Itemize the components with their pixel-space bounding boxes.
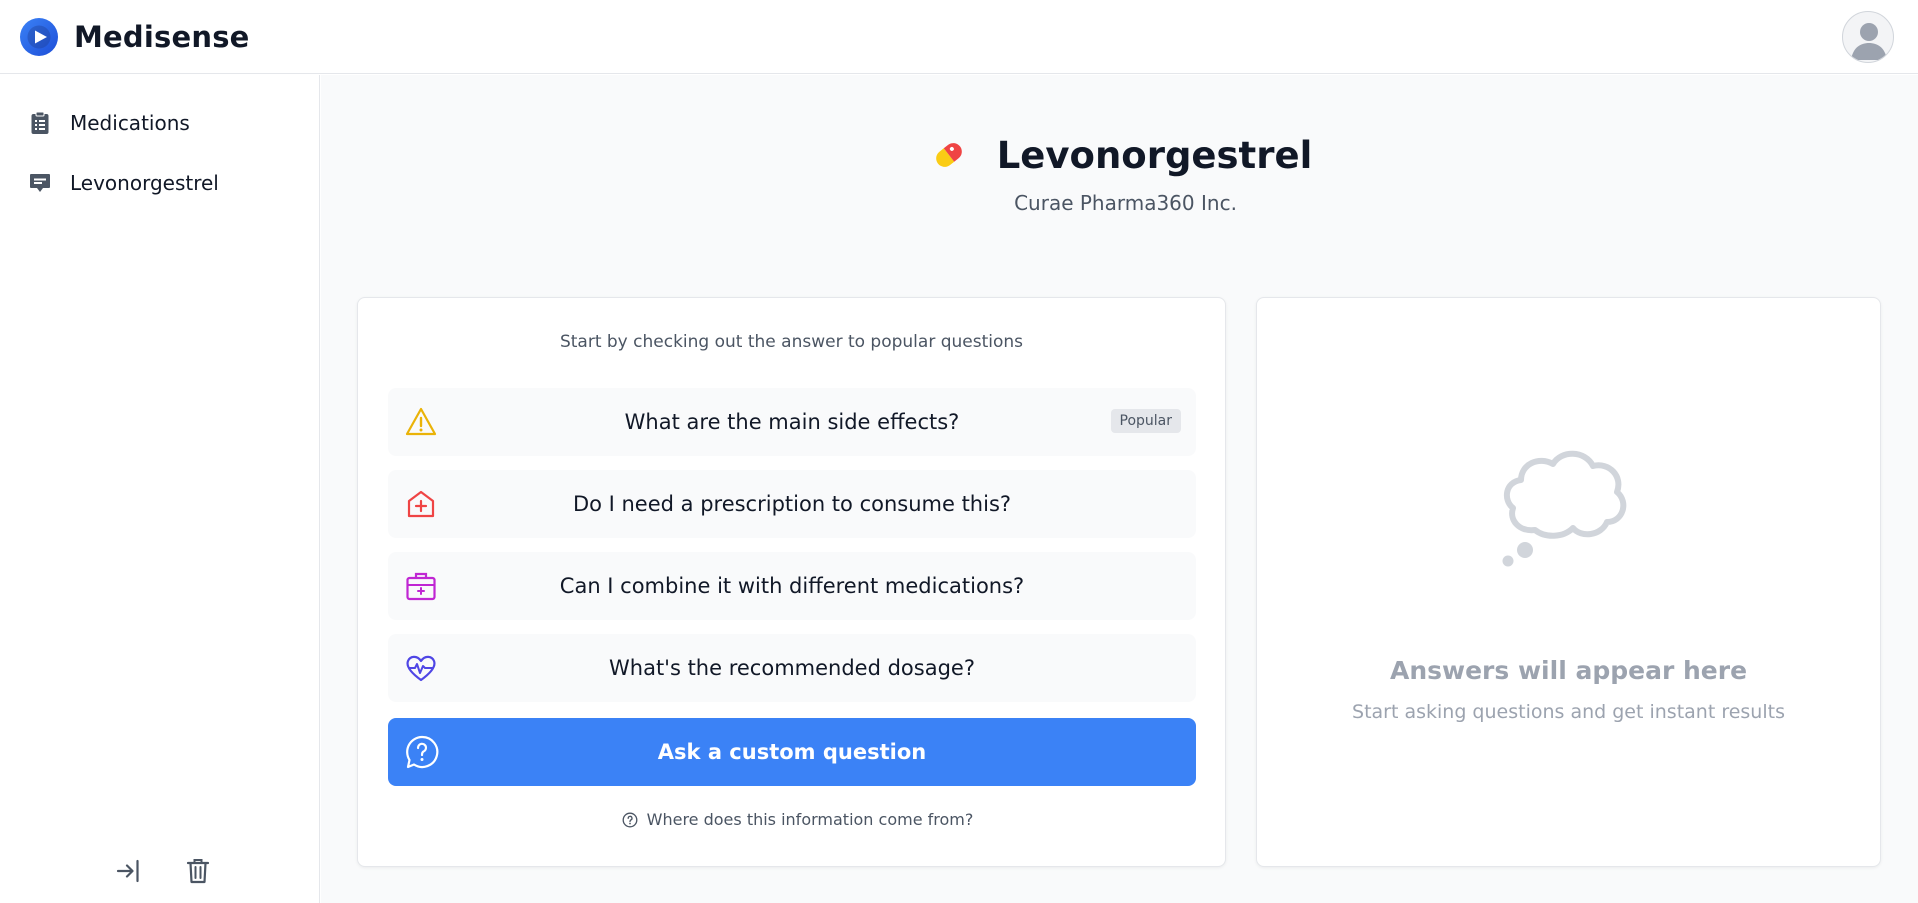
brand-name: Medisense — [74, 19, 250, 54]
question-side-effects[interactable]: What are the main side effects? Popular — [388, 388, 1196, 456]
sidebar-item-medications[interactable]: Medications — [0, 93, 319, 153]
drug-manufacturer: Curae Pharma360 Inc. — [1014, 191, 1237, 215]
hospital-plus-icon — [407, 490, 435, 518]
info-link-label: Where does this information come from? — [646, 810, 974, 829]
popular-badge: Popular — [1110, 409, 1181, 433]
drug-name: Levonorgestrel — [996, 133, 1313, 177]
main-content: Levonorgestrel Curae Pharma360 Inc. Star… — [321, 75, 1918, 903]
pill-icon — [935, 143, 962, 167]
question-label: Do I need a prescription to consume this… — [572, 492, 1012, 516]
first-aid-kit-icon — [406, 572, 436, 601]
questions-intro: Start by checking out the answer to popu… — [559, 332, 1024, 352]
sidebar: Medications Levonorgestrel — [0, 75, 320, 903]
ask-custom-question-button[interactable]: Ask a custom question — [388, 718, 1196, 786]
question-combine[interactable]: Can I combine it with different medicati… — [388, 552, 1196, 620]
medisense-logo-icon — [20, 17, 58, 56]
user-icon — [1851, 22, 1887, 60]
question-label: What are the main side effects? — [624, 410, 960, 434]
question-dosage[interactable]: What's the recommended dosage? — [388, 634, 1196, 702]
help-circle-icon — [622, 812, 638, 827]
ask-button-label: Ask a custom question — [657, 740, 927, 764]
sidebar-item-label: Levonorgestrel — [70, 171, 219, 195]
question-label: What's the recommended dosage? — [609, 656, 975, 680]
info-source-link[interactable]: Where does this information come from? — [358, 810, 1225, 829]
heart-pulse-icon — [406, 655, 436, 682]
sidebar-item-levonorgestrel[interactable]: Levonorgestrel — [0, 153, 319, 213]
empty-state-subtitle: Start asking questions and get instant r… — [1352, 701, 1785, 723]
question-bubble-icon — [406, 735, 439, 769]
empty-state-title: Answers will appear here — [1389, 656, 1748, 685]
questions-card: Start by checking out the answer to popu… — [357, 297, 1226, 867]
thought-bubble-icon — [1502, 450, 1627, 567]
trash-icon[interactable] — [185, 857, 211, 885]
question-prescription[interactable]: Do I need a prescription to consume this… — [388, 470, 1196, 538]
sidebar-footer — [0, 857, 319, 885]
question-label: Can I combine it with different medicati… — [559, 574, 1025, 598]
brand[interactable]: Medisense — [20, 17, 250, 56]
user-avatar[interactable] — [1842, 10, 1894, 63]
top-bar: Medisense — [0, 0, 1918, 74]
answers-panel: Answers will appear here Start asking qu… — [1256, 297, 1881, 867]
drug-header: Levonorgestrel Curae Pharma360 Inc. — [321, 133, 1918, 215]
clipboard-list-icon — [31, 111, 49, 134]
warning-icon — [405, 407, 437, 436]
logout-icon[interactable] — [115, 857, 141, 885]
chat-bubble-icon — [30, 174, 50, 192]
sidebar-item-label: Medications — [70, 111, 190, 135]
